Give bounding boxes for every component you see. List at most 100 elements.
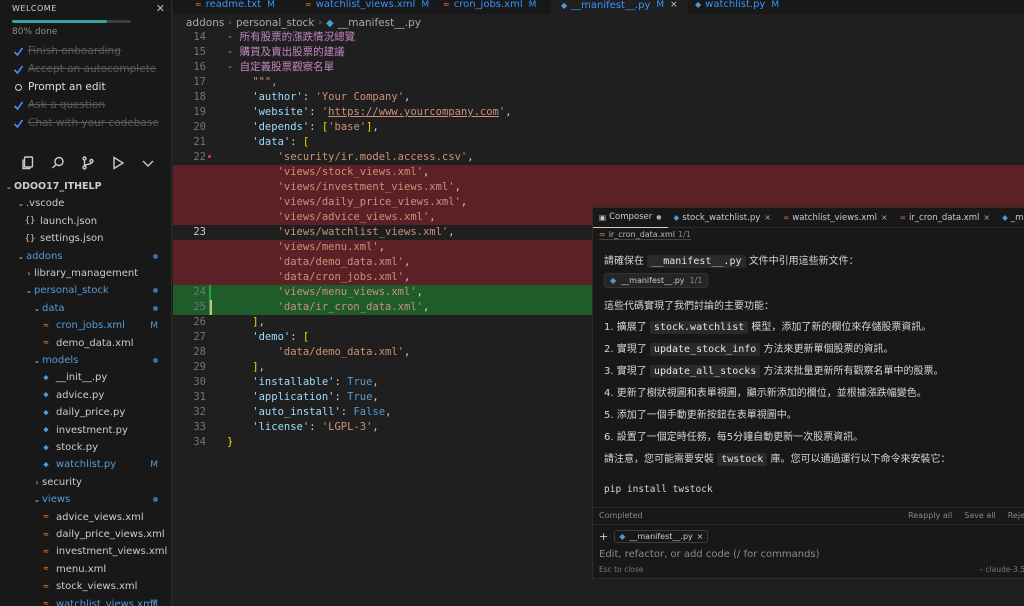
file-row[interactable]: ≈ menu.xml [0, 561, 171, 578]
close-icon[interactable]: × [881, 213, 888, 222]
file-row[interactable]: ≈ stock_views.xml [0, 578, 171, 595]
file-row[interactable]: ≈ daily_price_views.xml [0, 526, 171, 543]
file-row[interactable]: ◆ advice.py [0, 387, 171, 404]
code-token: 'views/stock_views.xml' [227, 166, 423, 178]
reapply-all-button[interactable]: Reapply all [908, 511, 952, 520]
folder-row[interactable]: ⌄ views [0, 491, 171, 508]
code-token: , [422, 166, 430, 178]
folder-row[interactable]: ⌄ data [0, 300, 171, 317]
xml-icon: ≈ [43, 581, 49, 592]
tree-label: security [42, 476, 82, 488]
composer-panel: ▣ Composer ● ◆ stock_watchlist.py × ≈ watchlist… [592, 207, 1024, 579]
source-control-icon[interactable] [80, 155, 96, 171]
git-status-badge: M [150, 320, 158, 331]
code-text: 'depends': ['base'], [227, 120, 378, 135]
editor-tab[interactable]: ≈ readme.txt M [185, 0, 285, 14]
code-token: 'demo' [227, 331, 291, 343]
composer-tab[interactable]: ≈ ir_cron_data.xml × [894, 208, 996, 228]
close-icon[interactable]: × [670, 0, 678, 10]
composer-input[interactable]: Edit, refactor, or add code (/ for comma… [599, 549, 820, 560]
file-row[interactable]: ≈ investment_views.xml [0, 543, 171, 560]
breadcrumb-item[interactable]: addons [186, 17, 224, 29]
file-row[interactable]: {} launch.json [0, 213, 171, 230]
editor-tab[interactable]: ≈ watchlist_views.xml M [295, 0, 439, 14]
editor-tab[interactable]: ◆ __manifest__.py M × [551, 0, 688, 14]
code-token: : [334, 376, 348, 388]
run-debug-icon[interactable] [110, 155, 126, 171]
file-row[interactable]: ≈ watchlist_views.xml M [0, 596, 171, 606]
python-icon: ◆ [43, 390, 49, 401]
editor-tab[interactable]: ◆ watchlist.py M [685, 0, 789, 14]
close-icon[interactable]: × [764, 213, 771, 222]
file-row[interactable]: ≈ demo_data.xml [0, 335, 171, 352]
close-icon[interactable]: ✕ [156, 3, 165, 14]
code-text: 'data/cron_jobs.xml', [227, 270, 411, 285]
composer-tab[interactable]: ≈ watchlist_views.xml × [777, 208, 894, 228]
file-row[interactable]: ≈ advice_views.xml [0, 509, 171, 526]
feature-suffix: 模型，添加了新的欄位來存儲股票資訊。 [751, 322, 932, 333]
reject-all-button[interactable]: Reje [1008, 511, 1024, 520]
file-row[interactable]: ◆ stock.py [0, 439, 171, 456]
composer-tab-label: ir_cron_data.xml [908, 212, 980, 223]
modified-dot [153, 358, 158, 363]
context-file-chip[interactable]: ◆ __manifest__.py × [614, 530, 709, 543]
chevron-down-icon[interactable] [140, 155, 156, 171]
xml-icon: ≈ [599, 230, 606, 239]
manifest-file-chip[interactable]: ◆ __manifest__.py 1/1 [604, 273, 709, 288]
code-token: 'views/menu_views.xml' [227, 286, 417, 298]
folder-row[interactable]: › security [0, 474, 171, 491]
code-line: 22 'security/ir.model.access.csv', [173, 150, 1024, 165]
save-all-button[interactable]: Save all [964, 511, 996, 520]
code-token: , [258, 361, 265, 373]
file-row[interactable]: {} settings.json [0, 230, 171, 247]
composer-tab[interactable]: ▣ Composer ● [593, 208, 668, 228]
xml-icon: ≈ [43, 512, 49, 523]
modified-dot [153, 305, 158, 311]
composer-tab[interactable]: ◆ stock_watchlist.py × [668, 208, 777, 228]
inline-code: twstock [717, 453, 768, 466]
code-token: False [353, 406, 386, 418]
folder-row[interactable]: ⌄ .vscode [0, 195, 171, 212]
editor-tab-bar: ≈ readme.txt M ≈ watchlist_views.xml M ≈ cron_j… [173, 0, 1024, 14]
welcome-step[interactable]: Prompt an edit [12, 79, 106, 95]
folder-row[interactable]: ⌄ addons [0, 248, 171, 265]
line-number: 28 [193, 346, 206, 358]
welcome-step[interactable]: Chat with your codebase [12, 115, 159, 131]
model-selector[interactable]: – claude-3.5 [979, 565, 1024, 574]
pip-command[interactable]: pip install twstock [604, 484, 713, 495]
editor-tab[interactable]: ≈ cron_jobs.xml M [433, 0, 546, 14]
welcome-step[interactable]: Accept an autocomplete [12, 61, 156, 77]
line-number: 15 [193, 46, 206, 58]
composer-tab[interactable]: ◆_ma [996, 208, 1024, 228]
json-icon: {} [24, 216, 36, 227]
folder-row[interactable]: ⌄ personal_stock [0, 282, 171, 299]
files-icon[interactable] [20, 155, 36, 171]
tree-label: watchlist.py [56, 459, 117, 471]
esc-hint: Esc to close [599, 565, 644, 574]
file-row[interactable]: ◆ daily_price.py [0, 404, 171, 421]
welcome-step[interactable]: Ask a question [12, 97, 105, 113]
folder-row[interactable]: › library_management [0, 265, 171, 282]
code-text: } [227, 435, 233, 450]
file-row[interactable]: ◆ investment.py [0, 422, 171, 439]
folder-row[interactable]: ⌄ models [0, 352, 171, 369]
close-icon[interactable]: × [983, 213, 990, 222]
breadcrumb-item[interactable]: __manifest__.py [338, 17, 421, 29]
explorer-root[interactable]: ⌄ ODOO17_ITHELP [0, 178, 171, 195]
xml-icon: ≈ [899, 213, 906, 222]
welcome-step[interactable]: Finish onboarding [12, 43, 121, 59]
code-token: 'depends' [227, 121, 310, 133]
code-token: , [448, 226, 455, 238]
add-context-icon[interactable]: + [599, 530, 608, 543]
file-row[interactable]: ◆ watchlist.py M [0, 456, 171, 473]
search-icon[interactable] [50, 155, 66, 171]
file-row[interactable]: ◆ __init__.py [0, 369, 171, 386]
breadcrumb-item[interactable]: personal_stock [236, 17, 314, 29]
composer-file-chip[interactable]: ≈ ir_cron_data.xml 1/1 [599, 230, 691, 240]
tree-label: daily_price_views.xml [56, 529, 165, 540]
modified-dot [153, 497, 158, 503]
file-row[interactable]: ≈ cron_jobs.xml M [0, 317, 171, 334]
welcome-progress-bar [12, 20, 131, 23]
check-icon [12, 99, 24, 111]
close-icon[interactable]: × [697, 532, 704, 541]
